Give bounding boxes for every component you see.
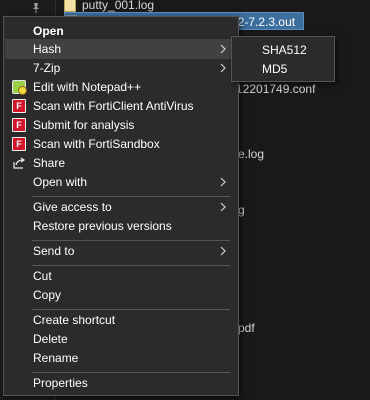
menu-item-label: Hash (33, 42, 62, 56)
menu-item-label: Give access to (33, 200, 112, 214)
menu-item-properties[interactable]: Properties (5, 373, 237, 393)
menu-item-send-to[interactable]: Send to (5, 241, 237, 261)
menu-item-label: Send to (33, 244, 75, 258)
menu-item-label: Copy (33, 288, 62, 302)
menu-item-label: Create shortcut (33, 313, 116, 327)
menu-item-label: Scan with FortiSandbox (33, 137, 160, 151)
file-name-fragment: e.log (238, 147, 265, 161)
hash-submenu: SHA512 MD5 (231, 36, 335, 82)
menu-item-rename[interactable]: Rename (5, 348, 237, 368)
chevron-right-icon (220, 246, 226, 256)
menu-item-restore-versions[interactable]: Restore previous versions (5, 216, 237, 236)
log-file-icon (64, 0, 76, 12)
menu-item-create-shortcut[interactable]: Create shortcut (5, 310, 237, 330)
menu-item-hash[interactable]: Hash (5, 39, 237, 59)
menu-item-label: Submit for analysis (33, 118, 135, 132)
submenu-item-label: SHA512 (262, 43, 307, 57)
menu-item-label: Scan with FortiClient AntiVirus (33, 99, 194, 113)
file-name: putty_001.log (82, 0, 155, 12)
menu-item-label: Edit with Notepad++ (33, 80, 142, 94)
menu-item-label: Rename (33, 351, 79, 365)
submenu-item-sha512[interactable]: SHA512 (233, 40, 333, 60)
menu-item-scan-fortisandbox[interactable]: F Scan with FortiSandbox (5, 134, 237, 154)
menu-item-label: Delete (33, 332, 68, 346)
chevron-right-icon (220, 202, 226, 212)
context-menu: Open Hash 7-Zip Edit with Notepad++ F Sc… (3, 16, 239, 396)
menu-item-open-with[interactable]: Open with (5, 172, 237, 192)
menu-item-give-access[interactable]: Give access to (5, 197, 237, 217)
submenu-item-label: MD5 (262, 62, 288, 76)
menu-item-label: Restore previous versions (33, 219, 172, 233)
forticlient-icon: F (12, 99, 26, 113)
menu-item-label: 7-Zip (33, 61, 61, 75)
share-icon (13, 157, 26, 169)
menu-item-open[interactable]: Open (5, 21, 237, 41)
notepad-plus-plus-icon (12, 80, 27, 95)
menu-item-delete[interactable]: Delete (5, 329, 237, 349)
submenu-item-md5[interactable]: MD5 (233, 59, 333, 79)
chevron-right-icon (220, 177, 226, 187)
menu-item-label: Properties (33, 376, 88, 390)
forticlient-icon: F (12, 137, 26, 151)
chevron-right-icon (220, 44, 226, 54)
menu-item-label: Open (33, 24, 64, 38)
menu-item-submit-analysis[interactable]: F Submit for analysis (5, 115, 237, 135)
menu-item-cut[interactable]: Cut (5, 266, 237, 286)
chevron-right-icon (220, 63, 226, 73)
menu-item-share[interactable]: Share (5, 153, 237, 173)
menu-item-label: Open with (33, 175, 88, 189)
menu-item-label: Share (33, 156, 66, 170)
menu-item-label: Cut (33, 269, 52, 283)
menu-item-edit-notepad[interactable]: Edit with Notepad++ (5, 77, 237, 97)
forticlient-icon: F (12, 118, 26, 132)
menu-item-7zip[interactable]: 7-Zip (5, 58, 237, 78)
menu-item-scan-forticlient[interactable]: F Scan with FortiClient AntiVirus (5, 96, 237, 116)
file-name-fragment: 12201749.conf (236, 82, 316, 96)
menu-item-copy[interactable]: Copy (5, 285, 237, 305)
file-name-fragment: g (238, 203, 245, 217)
pin-icon (30, 2, 42, 14)
file-name-fragment: pdf (238, 321, 255, 335)
